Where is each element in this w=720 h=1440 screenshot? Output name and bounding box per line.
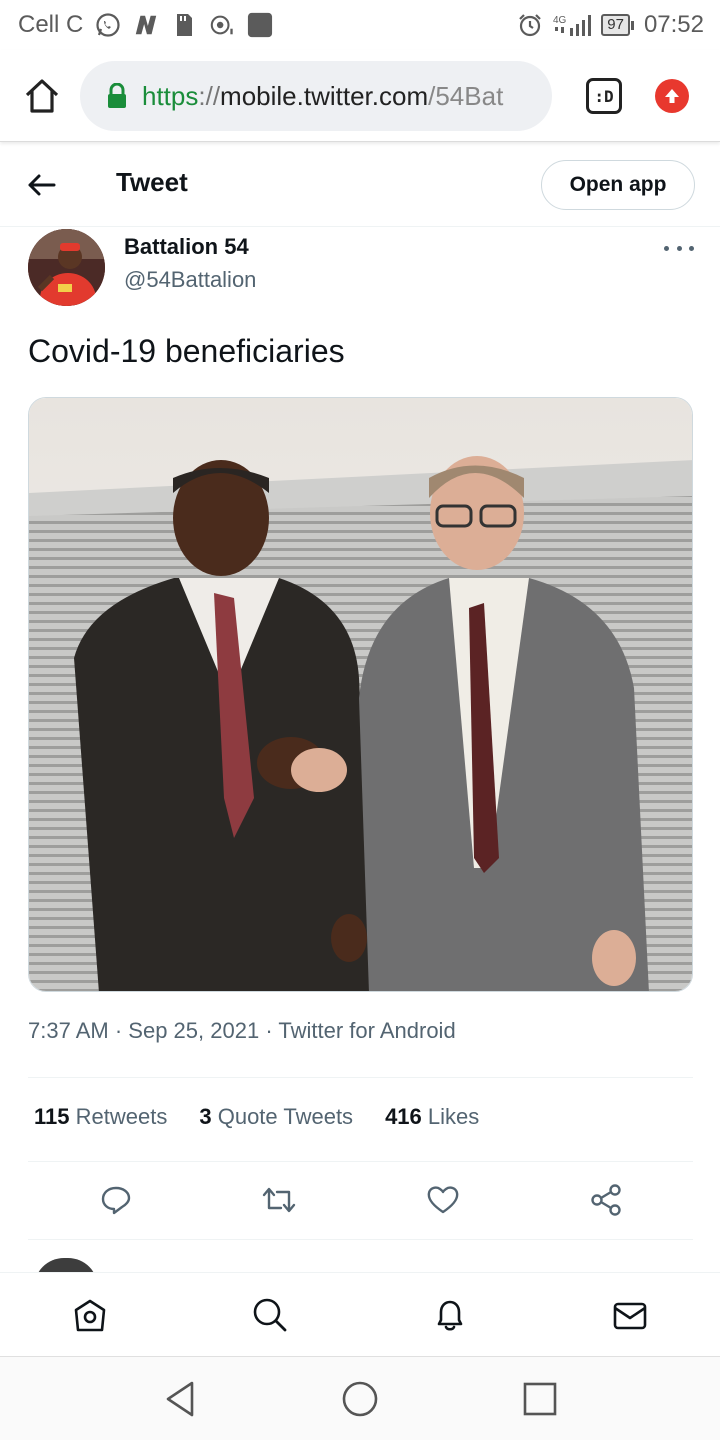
battery-level: 97 bbox=[601, 14, 630, 36]
tweet-stats: 115 Retweets 3 Quote Tweets 416 Likes bbox=[34, 1104, 479, 1130]
url-host: mobile.twitter.com bbox=[220, 80, 429, 111]
update-arrow-icon[interactable] bbox=[655, 79, 689, 113]
author-name[interactable]: Battalion 54 bbox=[124, 234, 249, 260]
retweets-stat[interactable]: 115 Retweets bbox=[34, 1104, 167, 1130]
address-bar[interactable]: https://mobile.twitter.com/54Bat bbox=[80, 61, 552, 131]
status-bar: Cell C 4G 97 07:52 bbox=[0, 0, 720, 50]
meta-separator: · bbox=[265, 1018, 273, 1043]
retweets-label: Retweets bbox=[75, 1104, 168, 1129]
quotes-label: Quote Tweets bbox=[217, 1104, 354, 1129]
app-icon bbox=[247, 12, 273, 38]
clock: 07:52 bbox=[643, 11, 704, 38]
tweet-date[interactable]: Sep 25, 2021 bbox=[128, 1018, 259, 1043]
twitter-bottom-nav bbox=[0, 1272, 720, 1356]
whatsapp-icon bbox=[95, 12, 121, 38]
home-tab-icon[interactable] bbox=[70, 1295, 110, 1335]
page-title: Tweet bbox=[116, 167, 188, 197]
tweet-header: Tweet Open app bbox=[0, 143, 720, 227]
tweet-source: Twitter for Android bbox=[278, 1018, 456, 1043]
camera-icon bbox=[209, 12, 235, 38]
quote-tweets-stat[interactable]: 3 Quote Tweets bbox=[199, 1104, 353, 1130]
divider bbox=[28, 1077, 693, 1078]
back-arrow-icon[interactable] bbox=[26, 169, 58, 201]
tweet-actions bbox=[28, 1178, 693, 1222]
sd-card-icon bbox=[171, 12, 197, 38]
browser-toolbar: https://mobile.twitter.com/54Bat :D bbox=[0, 50, 720, 142]
like-heart-icon[interactable] bbox=[421, 1178, 465, 1222]
notifications-bell-icon[interactable] bbox=[430, 1295, 470, 1335]
share-icon[interactable] bbox=[584, 1178, 628, 1222]
alarm-icon bbox=[517, 12, 543, 38]
android-nav-bar bbox=[0, 1356, 720, 1440]
tweet-meta: 7:37 AM · Sep 25, 2021 · Twitter for And… bbox=[28, 1018, 456, 1044]
divider bbox=[28, 1161, 693, 1162]
tabs-button[interactable]: :D bbox=[586, 78, 622, 114]
likes-stat[interactable]: 416 Likes bbox=[385, 1104, 479, 1130]
lock-icon bbox=[108, 83, 126, 108]
tweet-text: Covid-19 beneficiaries bbox=[28, 333, 345, 369]
divider bbox=[28, 1239, 693, 1240]
url-path: /54Bat bbox=[428, 80, 504, 111]
signal-icon: 4G bbox=[553, 12, 592, 38]
open-app-button[interactable]: Open app bbox=[541, 160, 695, 210]
meta-separator: · bbox=[114, 1018, 123, 1043]
messages-mail-icon[interactable] bbox=[610, 1295, 650, 1335]
author-handle[interactable]: @54Battalion bbox=[124, 267, 256, 293]
likes-label: Likes bbox=[427, 1104, 480, 1129]
news-icon bbox=[133, 12, 159, 38]
battery-icon: 97 bbox=[601, 14, 634, 36]
more-options-icon[interactable] bbox=[664, 236, 694, 260]
reply-icon[interactable] bbox=[94, 1178, 138, 1222]
home-icon[interactable] bbox=[22, 76, 62, 116]
back-triangle-icon[interactable] bbox=[160, 1379, 200, 1419]
tweet-time: 7:37 AM bbox=[28, 1018, 109, 1043]
search-icon[interactable] bbox=[250, 1295, 290, 1335]
recents-square-icon[interactable] bbox=[520, 1379, 560, 1419]
svg-text:4G: 4G bbox=[553, 15, 567, 26]
author-avatar[interactable] bbox=[28, 229, 105, 306]
likes-count: 416 bbox=[385, 1104, 422, 1129]
quotes-count: 3 bbox=[199, 1104, 212, 1129]
carrier-name: Cell C bbox=[18, 11, 84, 38]
retweet-icon[interactable] bbox=[257, 1178, 301, 1222]
retweets-count: 115 bbox=[34, 1104, 70, 1129]
url-separator: :// bbox=[198, 80, 221, 111]
tweet-photo[interactable] bbox=[28, 397, 693, 992]
url-scheme: https bbox=[142, 80, 199, 111]
home-circle-icon[interactable] bbox=[340, 1379, 380, 1419]
